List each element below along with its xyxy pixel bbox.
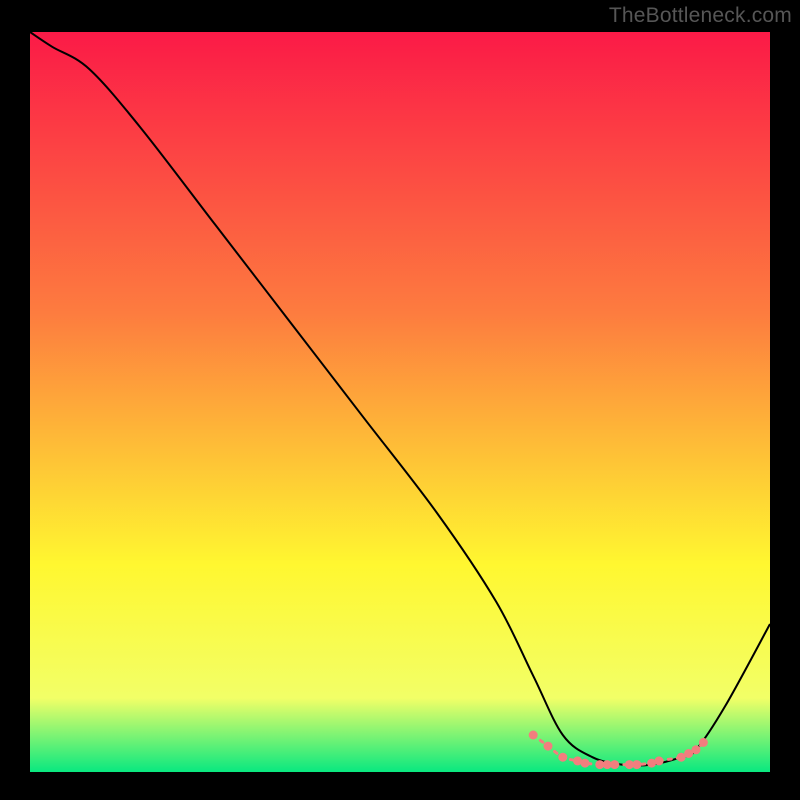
bottleneck-curve-chart	[0, 0, 800, 800]
gradient-background	[30, 32, 770, 772]
watermark-text: TheBottleneck.com	[609, 4, 792, 28]
chart-frame: TheBottleneck.com	[0, 0, 800, 800]
